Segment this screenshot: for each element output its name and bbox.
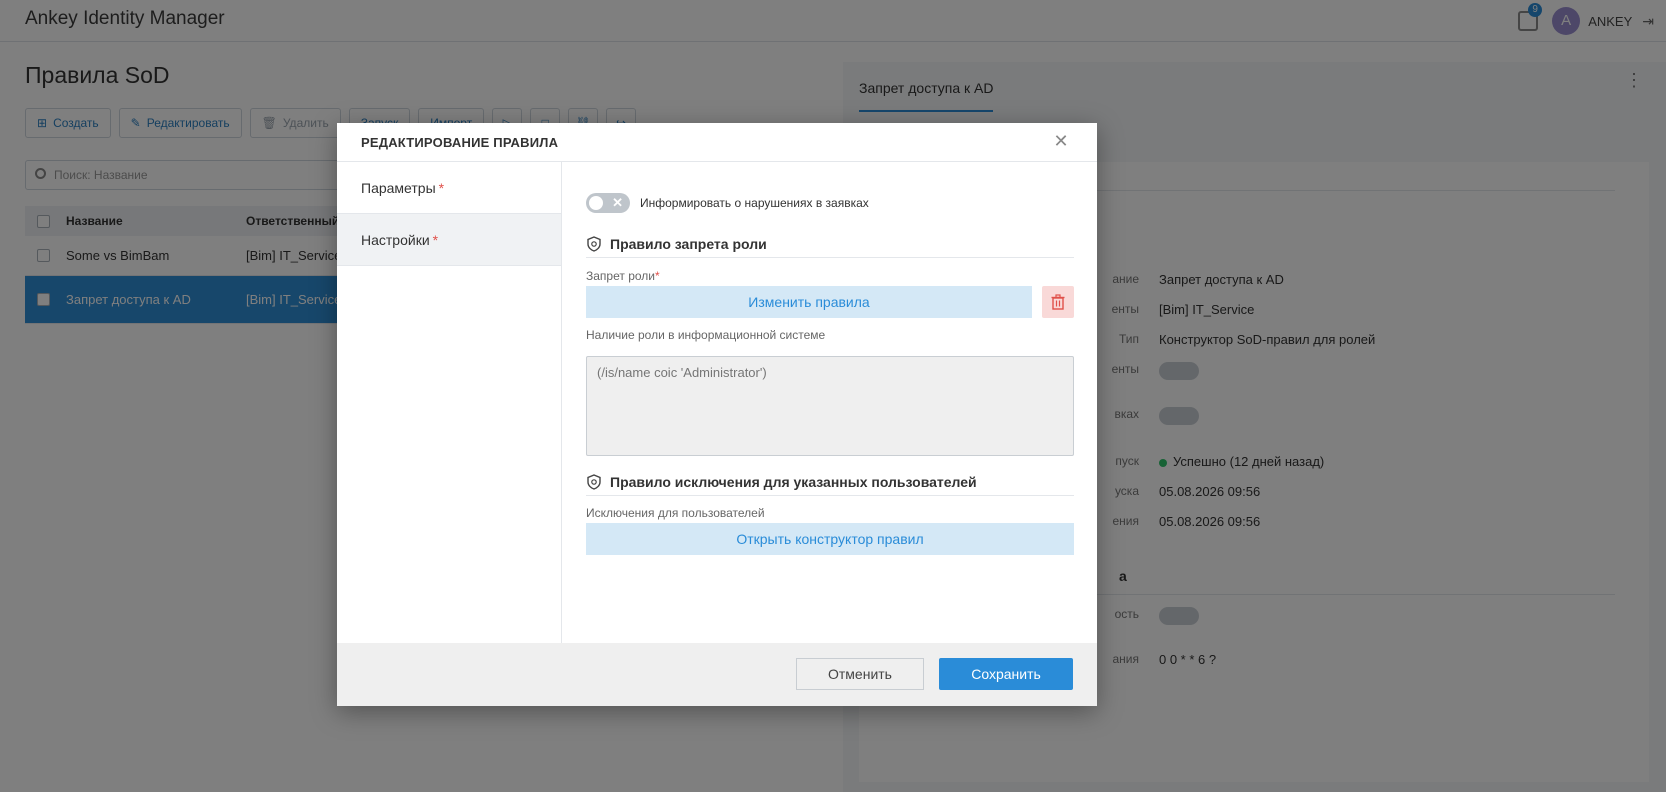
required-mark: *	[655, 269, 660, 283]
notify-toggle-label: Информировать о нарушениях в заявках	[640, 196, 869, 210]
nav-item-label: Параметры	[361, 180, 436, 196]
cancel-button[interactable]: Отменить	[796, 658, 924, 690]
close-icon: ✕	[612, 195, 623, 210]
nav-item-parameters[interactable]: Параметры *	[337, 162, 561, 214]
edit-rule-dialog: РЕДАКТИРОВАНИЕ ПРАВИЛА ✕ Параметры * Наст…	[337, 123, 1097, 706]
presence-label: Наличие роли в информационной системе	[586, 328, 826, 342]
section-exclusion: Правило исключения для указанных пользов…	[586, 468, 1074, 496]
section-title: Правило запрета роли	[610, 235, 767, 252]
toggle-knob	[589, 196, 603, 210]
dialog-title: РЕДАКТИРОВАНИЕ ПРАВИЛА	[361, 135, 559, 150]
notify-toggle-row: ✕ Информировать о нарушениях в заявках	[586, 193, 869, 213]
save-button[interactable]: Сохранить	[939, 658, 1073, 690]
dialog-body: ✕ Информировать о нарушениях в заявках П…	[562, 162, 1097, 643]
presence-textarea[interactable]	[586, 356, 1074, 456]
section-role-ban: Правило запрета роли	[586, 230, 1074, 258]
delete-rule-button[interactable]	[1042, 286, 1074, 318]
close-icon[interactable]: ✕	[1051, 131, 1071, 151]
change-rules-button[interactable]: Изменить правила	[586, 286, 1032, 318]
nav-item-label: Настройки	[361, 232, 430, 248]
field-label-text: Запрет роли	[586, 269, 655, 283]
required-mark: *	[432, 232, 439, 248]
notify-violations-toggle[interactable]: ✕	[586, 193, 630, 213]
dialog-header: РЕДАКТИРОВАНИЕ ПРАВИЛА ✕	[337, 123, 1097, 162]
dialog-footer: Отменить Сохранить	[337, 643, 1097, 706]
trash-icon	[1051, 294, 1065, 310]
nav-item-settings[interactable]: Настройки *	[337, 214, 561, 266]
shield-icon	[587, 235, 601, 252]
open-builder-button[interactable]: Открыть конструктор правил	[586, 523, 1074, 555]
role-ban-label: Запрет роли*	[586, 269, 660, 283]
dialog-nav: Параметры * Настройки *	[337, 162, 562, 643]
section-title: Правило исключения для указанных пользов…	[610, 473, 977, 490]
required-mark: *	[438, 180, 445, 196]
exclusion-label: Исключения для пользователей	[586, 506, 765, 520]
shield-icon	[587, 473, 601, 490]
